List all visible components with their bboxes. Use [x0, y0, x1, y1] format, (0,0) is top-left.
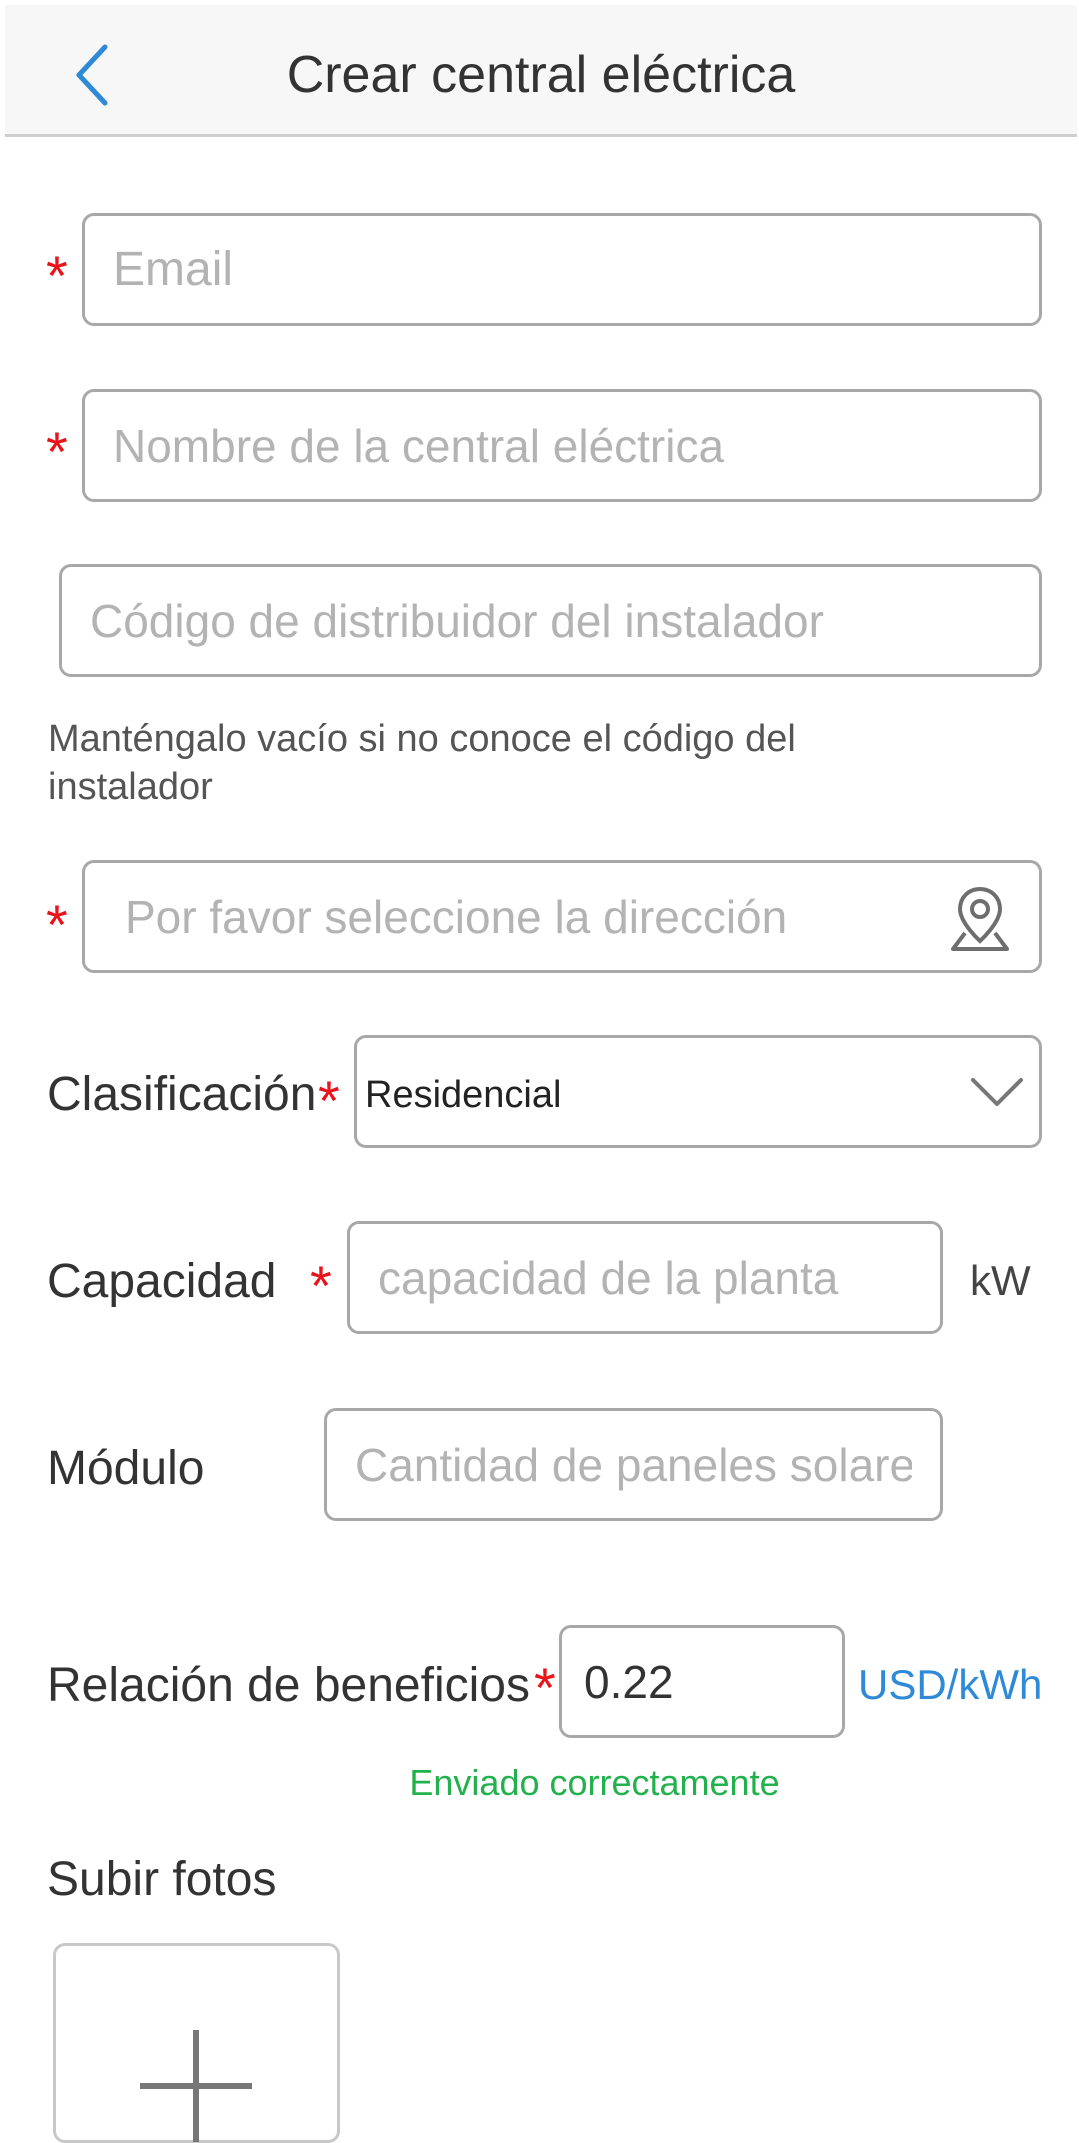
installer-code-hint: Manténgalo vacío si no conoce el código …: [48, 718, 796, 808]
required-marker: *: [310, 1254, 332, 1317]
plus-icon: [140, 2030, 252, 2142]
module-quantity-field[interactable]: [327, 1411, 940, 1518]
page-title: Crear central eléctrica: [286, 46, 796, 104]
plant-name-field-box: [82, 389, 1042, 502]
capacity-field[interactable]: [350, 1224, 940, 1331]
classification-select[interactable]: Residencial: [354, 1035, 1042, 1148]
required-marker: *: [46, 893, 68, 956]
required-marker: *: [46, 420, 68, 483]
module-label: Módulo: [47, 1442, 205, 1495]
chevron-down-icon: [971, 1078, 1023, 1106]
address-field-box: [82, 860, 1042, 973]
upload-photo-button[interactable]: [53, 1943, 340, 2143]
email-field-box: [82, 213, 1042, 326]
capacity-field-box: [347, 1221, 943, 1334]
capacity-label: Capacidad: [47, 1255, 277, 1308]
benefit-unit: USD/kWh: [858, 1661, 1043, 1708]
address-field[interactable]: [85, 863, 1039, 970]
required-marker: *: [318, 1069, 340, 1132]
app-header: Crear central eléctrica: [5, 5, 1077, 137]
success-message: Enviado correctamente: [409, 1762, 780, 1803]
classification-label: Clasificación: [47, 1068, 317, 1121]
capacity-unit: kW: [970, 1257, 1031, 1304]
installer-code-field[interactable]: [62, 567, 1039, 674]
benefit-label: Relación de beneficios: [47, 1659, 530, 1712]
required-marker: *: [534, 1656, 556, 1719]
module-field-box: [324, 1408, 943, 1521]
location-pin-icon[interactable]: [945, 883, 1015, 955]
benefit-field[interactable]: [562, 1628, 842, 1735]
required-marker: *: [46, 244, 68, 307]
classification-value: Residencial: [365, 1074, 562, 1116]
installer-code-field-box: [59, 564, 1042, 677]
benefit-field-box: [559, 1625, 845, 1738]
upload-photos-label: Subir fotos: [47, 1853, 277, 1906]
plant-name-field[interactable]: [85, 392, 1039, 499]
email-field[interactable]: [85, 216, 1039, 323]
